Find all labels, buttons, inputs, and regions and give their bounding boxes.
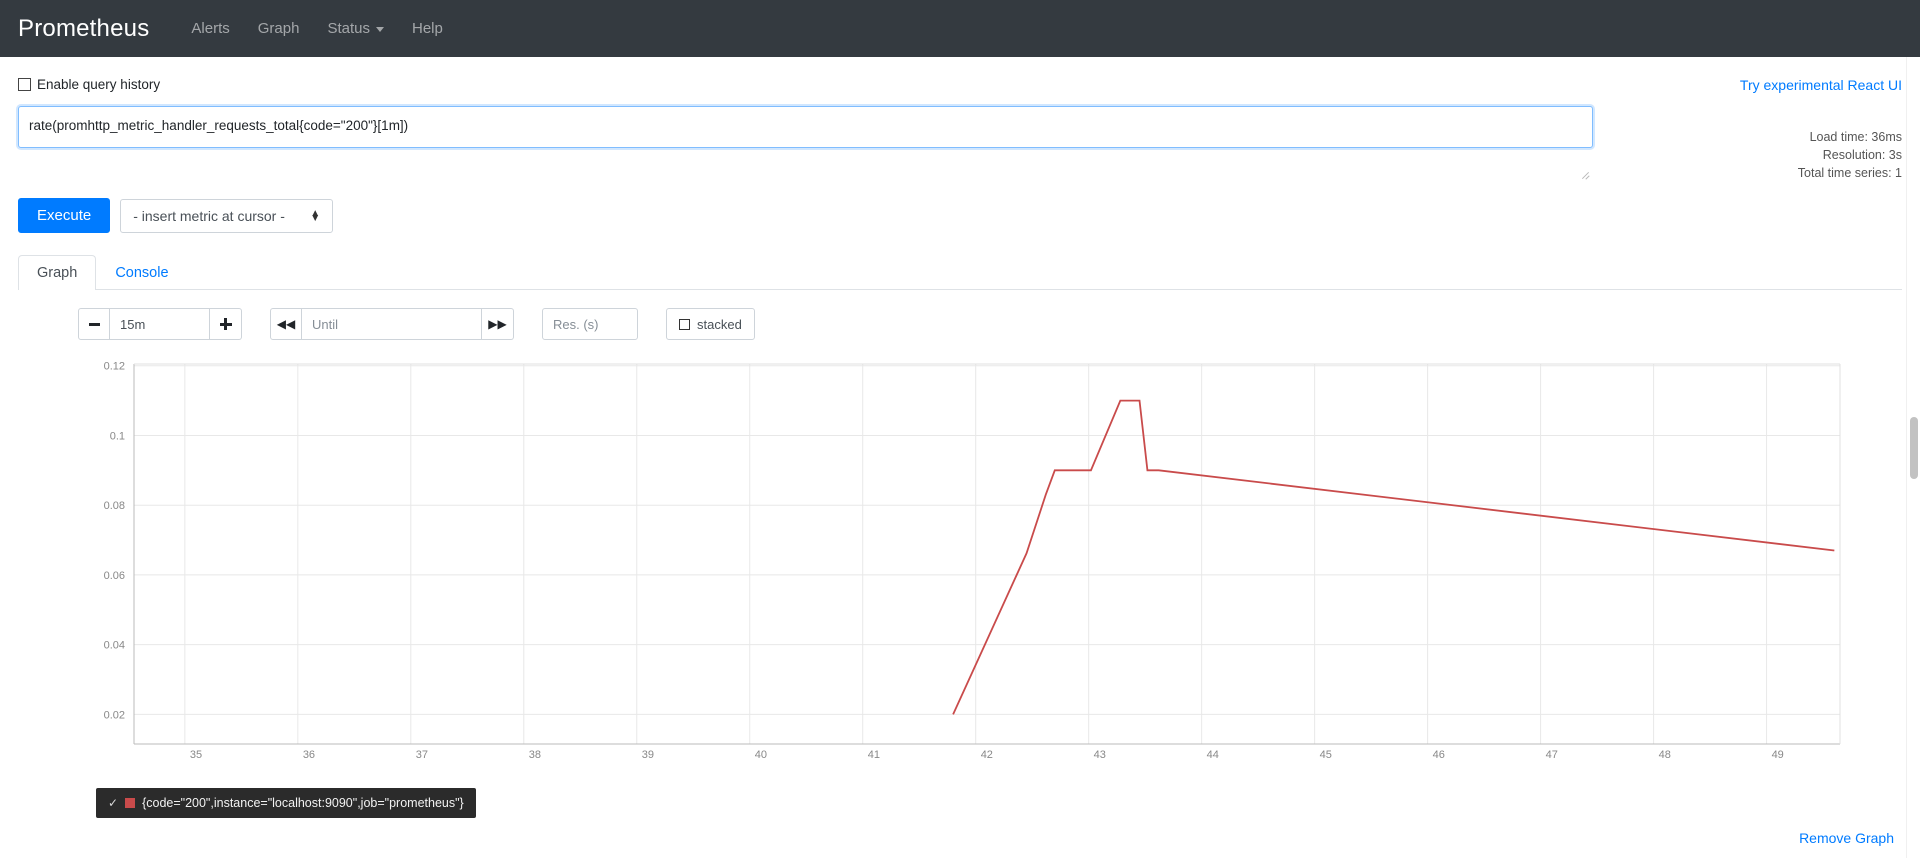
y-axis-tick-label: 0.1 <box>110 431 125 443</box>
metric-select-label: - insert metric at cursor - <box>133 207 285 224</box>
page-scrollbar[interactable] <box>1906 57 1920 858</box>
nav-link-alerts[interactable]: Alerts <box>177 12 243 45</box>
react-ui-link[interactable]: Try experimental React UI <box>1740 77 1902 93</box>
textarea-resize-grip[interactable] <box>1580 169 1590 179</box>
x-axis-tick-label: 47 <box>1546 749 1558 761</box>
query-stats: Load time: 36ms Resolution: 3s Total tim… <box>1798 106 1902 182</box>
scrollbar-thumb[interactable] <box>1910 417 1918 479</box>
x-axis-tick-label: 35 <box>190 749 202 761</box>
execute-row: Execute - insert metric at cursor - ▲ ▼ <box>18 198 1902 234</box>
double-chevron-right-icon: ▶▶ <box>488 317 507 332</box>
nav-link-status[interactable]: Status <box>313 12 398 45</box>
time-group: ◀◀ Until ▶▶ <box>270 308 514 341</box>
chart-area: 0.02 0.04 0.06 0.08 0.1 0.12 35 36 37 38 39 40 41 42 4… <box>78 356 1902 776</box>
brand-prometheus[interactable]: Prometheus <box>18 15 149 43</box>
query-history-label: Enable query history <box>37 77 161 92</box>
tab-graph[interactable]: Graph <box>18 255 97 291</box>
x-axis-tick-label: 44 <box>1207 749 1219 761</box>
range-input[interactable]: 15m <box>110 308 210 341</box>
page-container: Enable query history Try experimental Re… <box>0 57 1920 858</box>
graph-panel: 15m ◀◀ Until ▶▶ Res. (s) stacked 0.02 0.0… <box>18 290 1902 846</box>
double-chevron-left-icon: ◀◀ <box>276 317 296 332</box>
graph-plot[interactable]: 0.02 0.04 0.06 0.08 0.1 0.12 35 36 37 38 39 40 41 42 4… <box>78 356 1878 776</box>
chevron-down-icon <box>375 26 384 32</box>
x-axis-tick-label: 38 <box>529 749 541 761</box>
tab-console[interactable]: Console <box>96 255 187 290</box>
y-axis-tick-label: 0.12 <box>104 361 125 373</box>
stat-total-series: Total time series: 1 <box>1797 166 1902 181</box>
resolution-input[interactable]: Res. (s) <box>542 308 638 341</box>
x-axis-tick-label: 36 <box>303 749 315 761</box>
y-axis-tick-label: 0.02 <box>104 710 125 722</box>
check-icon: ✓ <box>108 796 119 811</box>
plus-icon <box>219 318 232 331</box>
stacked-label: stacked <box>697 316 742 332</box>
stacked-toggle[interactable]: stacked <box>666 308 755 341</box>
range-group: 15m <box>78 308 242 341</box>
remove-graph-row: Remove Graph <box>78 830 1902 846</box>
until-input[interactable]: Until <box>302 308 482 341</box>
series-line <box>952 400 1835 716</box>
nav-link-status-label: Status <box>327 20 370 37</box>
x-axis-tick-label: 39 <box>642 749 654 761</box>
x-axis-tick-label: 42 <box>981 749 993 761</box>
tabs: Graph Console <box>18 255 1902 291</box>
query-row: rate(promhttp_metric_handler_requests_to… <box>18 106 1902 182</box>
nav-link-graph[interactable]: Graph <box>244 12 314 45</box>
legend-series-label: {code="200",instance="localhost:9090",jo… <box>142 796 464 811</box>
x-axis-tick-label: 37 <box>416 749 428 761</box>
navbar: Prometheus Alerts Graph Status Help <box>0 0 1920 57</box>
topline: Enable query history Try experimental Re… <box>18 57 1902 93</box>
decrease-range-button[interactable] <box>78 308 110 341</box>
stepper-icon: ▲ ▼ <box>310 207 321 224</box>
x-axis-tick-label: 41 <box>868 749 880 761</box>
nav-links: Alerts Graph Status Help <box>177 12 456 45</box>
stat-resolution: Resolution: 3s <box>1822 148 1902 163</box>
legend-color-swatch <box>125 798 136 809</box>
x-axis-tick-label: 43 <box>1094 749 1106 761</box>
legend-item[interactable]: ✓ {code="200",instance="localhost:9090",… <box>96 788 476 819</box>
graph-controls: 15m ◀◀ Until ▶▶ Res. (s) stacked <box>78 308 1902 341</box>
step-forward-button[interactable]: ▶▶ <box>482 308 514 341</box>
increase-range-button[interactable] <box>210 308 242 341</box>
metric-select[interactable]: - insert metric at cursor - ▲ ▼ <box>120 198 334 233</box>
x-axis-tick-label: 49 <box>1772 749 1784 761</box>
x-axis-tick-label: 45 <box>1320 749 1332 761</box>
checkbox-icon[interactable] <box>18 78 31 91</box>
x-axis-tick-label: 40 <box>755 749 767 761</box>
query-input[interactable]: rate(promhttp_metric_handler_requests_to… <box>18 106 1593 148</box>
y-axis-tick-label: 0.04 <box>104 640 125 652</box>
x-axis-tick-label: 46 <box>1433 749 1445 761</box>
stat-load-time: Load time: 36ms <box>1809 130 1902 144</box>
remove-graph-link[interactable]: Remove Graph <box>1799 830 1894 846</box>
query-history-toggle[interactable]: Enable query history <box>18 77 160 92</box>
checkbox-icon[interactable] <box>679 318 690 330</box>
x-axis-tick-label: 48 <box>1659 749 1671 761</box>
y-axis-tick-label: 0.06 <box>104 570 125 582</box>
y-axis-tick-label: 0.08 <box>104 501 125 513</box>
execute-button[interactable]: Execute <box>18 198 111 234</box>
minus-icon <box>88 323 100 326</box>
step-back-button[interactable]: ◀◀ <box>270 308 302 341</box>
nav-link-help[interactable]: Help <box>398 12 457 45</box>
